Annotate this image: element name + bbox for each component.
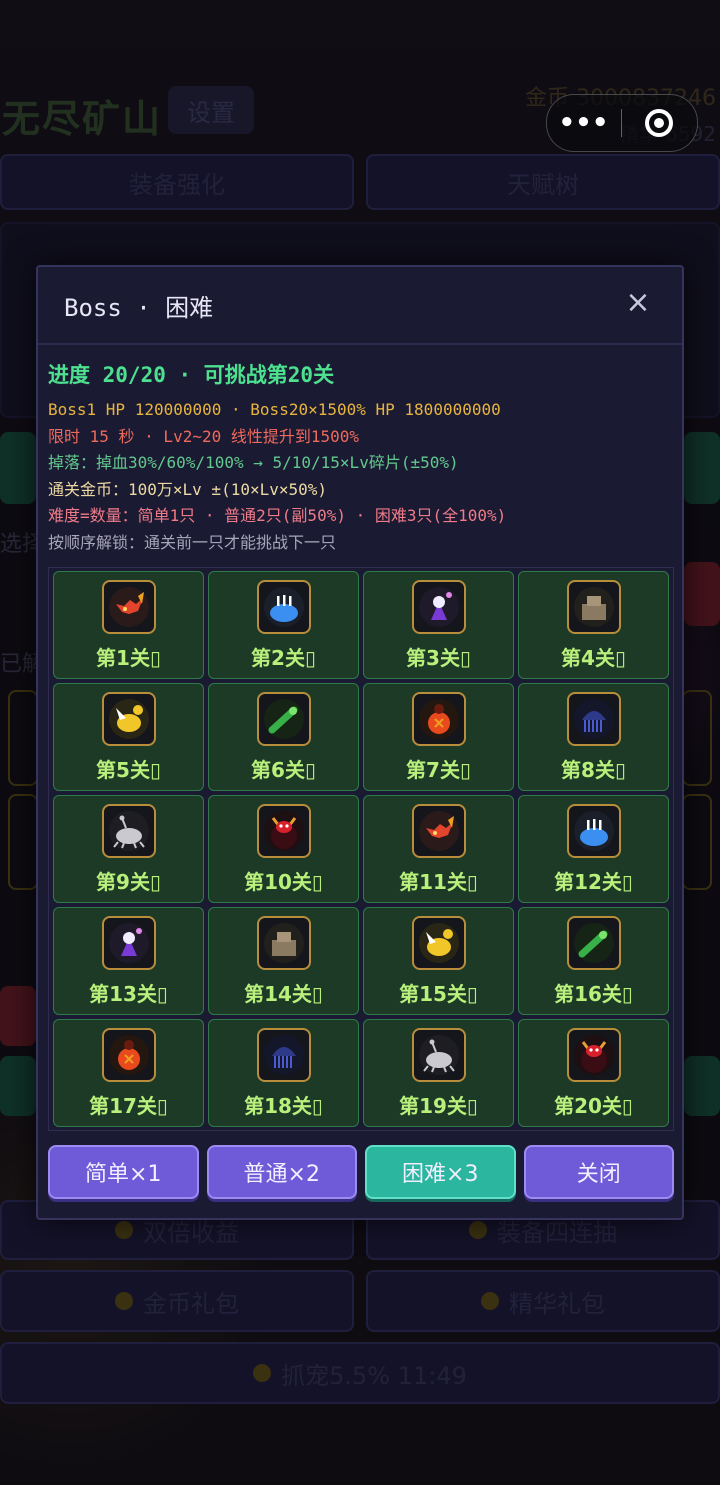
gray-spider-icon (411, 1028, 466, 1082)
level-cell[interactable]: 第5关▯ (53, 683, 204, 791)
close-icon[interactable]: × (620, 285, 656, 321)
level-cell[interactable]: 第10关▯ (208, 795, 359, 903)
level-label: 第20关▯ (554, 1094, 633, 1118)
level-label: 第7关▯ (406, 758, 471, 782)
yellow-bird-icon (101, 692, 156, 746)
level-label: 第4关▯ (561, 646, 626, 670)
boss-info: 进度 20/20 · 可挑战第20关 Boss1 HP 120000000 · … (38, 345, 682, 556)
target-icon (645, 109, 673, 137)
level-cell[interactable]: 第18关▯ (208, 1019, 359, 1127)
modal-title: Boss · 困难 (64, 293, 214, 322)
level-label: 第3关▯ (406, 646, 471, 670)
rock-golem-icon (256, 916, 311, 970)
level-grid-container: 第1关▯ 第2关▯ 第3关▯ 第4关▯ 第5关▯ 第6关▯ 第7关▯ 第8关▯ 第9关▯ 第10关… (48, 567, 674, 1131)
level-cell[interactable]: 第12关▯ (518, 795, 669, 903)
level-cell[interactable]: 第3关▯ (363, 571, 514, 679)
blue-slime-icon (256, 580, 311, 634)
blue-slime-icon (566, 804, 621, 858)
level-label: 第10关▯ (244, 870, 323, 894)
fire-demon-icon (411, 804, 466, 858)
level-cell[interactable]: 第15关▯ (363, 907, 514, 1015)
red-devil-icon (566, 1028, 621, 1082)
exit-miniprogram-button[interactable] (622, 109, 696, 137)
level-label: 第16关▯ (554, 982, 633, 1006)
level-cell[interactable]: 第7关▯ (363, 683, 514, 791)
close-button[interactable]: 关闭 (523, 1145, 674, 1199)
difficulty-info: 难度=数量：简单1只 · 普通2只(副50%) · 困难3只(全100%) (48, 506, 507, 525)
level-label: 第2关▯ (251, 646, 316, 670)
level-cell[interactable]: 第4关▯ (518, 571, 669, 679)
hp-info: Boss1 HP 120000000 · Boss20×1500% HP 180… (48, 400, 501, 419)
level-cell[interactable]: 第8关▯ (518, 683, 669, 791)
hard-button[interactable]: 困难×3 (365, 1145, 516, 1199)
level-label: 第9关▯ (96, 870, 161, 894)
green-worm-icon (256, 692, 311, 746)
level-cell[interactable]: 第20关▯ (518, 1019, 669, 1127)
level-label: 第14关▯ (244, 982, 323, 1006)
more-menu-icon[interactable]: ••• (547, 95, 621, 151)
gold-reward-info: 通关金币：100万×Lv ±(10×Lv×50%) (48, 479, 328, 499)
level-cell[interactable]: 第17关▯ (53, 1019, 204, 1127)
level-cell[interactable]: 第9关▯ (53, 795, 204, 903)
level-label: 第13关▯ (89, 982, 168, 1006)
level-label: 第5关▯ (96, 758, 161, 782)
level-cell[interactable]: 第2关▯ (208, 571, 359, 679)
level-grid: 第1关▯ 第2关▯ 第3关▯ 第4关▯ 第5关▯ 第6关▯ 第7关▯ 第8关▯ 第9关▯ 第10关… (53, 571, 669, 1127)
progress-text: 进度 20/20 · 可挑战第20关 (48, 363, 335, 387)
miniprogram-capsule: ••• (546, 94, 698, 152)
level-label: 第8关▯ (561, 758, 626, 782)
unlock-order-info: 按顺序解锁：通关前一只才能挑战下一只 (48, 532, 337, 552)
modal-header: Boss · 困难 × (38, 267, 682, 345)
yellow-bird-icon (411, 916, 466, 970)
level-label: 第1关▯ (96, 646, 161, 670)
easy-button[interactable]: 简单×1 (48, 1145, 199, 1199)
level-label: 第15关▯ (399, 982, 478, 1006)
level-label: 第18关▯ (244, 1094, 323, 1118)
jellyfish-icon (566, 692, 621, 746)
gray-spider-icon (101, 804, 156, 858)
boss-modal: Boss · 困难 × 进度 20/20 · 可挑战第20关 Boss1 HP … (36, 265, 684, 1220)
level-label: 第11关▯ (399, 870, 478, 894)
fire-demon-icon (101, 580, 156, 634)
level-label: 第19关▯ (399, 1094, 478, 1118)
normal-button[interactable]: 普通×2 (206, 1145, 357, 1199)
purple-mage-icon (411, 580, 466, 634)
jellyfish-icon (256, 1028, 311, 1082)
drop-info: 掉落：掉血30%/60%/100% → 5/10/15×Lv碎片(±50%) (48, 453, 459, 472)
level-cell[interactable]: 第14关▯ (208, 907, 359, 1015)
purple-mage-icon (101, 916, 156, 970)
bomb-bug-icon (411, 692, 466, 746)
rock-golem-icon (566, 580, 621, 634)
green-worm-icon (566, 916, 621, 970)
level-cell[interactable]: 第13关▯ (53, 907, 204, 1015)
difficulty-actions: 简单×1 普通×2 困难×3 关闭 (48, 1145, 674, 1199)
red-devil-icon (256, 804, 311, 858)
time-limit-info: 限时 15 秒 · Lv2~20 线性提升到1500% (48, 426, 360, 446)
level-cell[interactable]: 第6关▯ (208, 683, 359, 791)
level-label: 第17关▯ (89, 1094, 168, 1118)
level-cell[interactable]: 第11关▯ (363, 795, 514, 903)
level-cell[interactable]: 第1关▯ (53, 571, 204, 679)
level-label: 第6关▯ (251, 758, 316, 782)
level-cell[interactable]: 第19关▯ (363, 1019, 514, 1127)
bomb-bug-icon (101, 1028, 156, 1082)
level-cell[interactable]: 第16关▯ (518, 907, 669, 1015)
level-label: 第12关▯ (554, 870, 633, 894)
